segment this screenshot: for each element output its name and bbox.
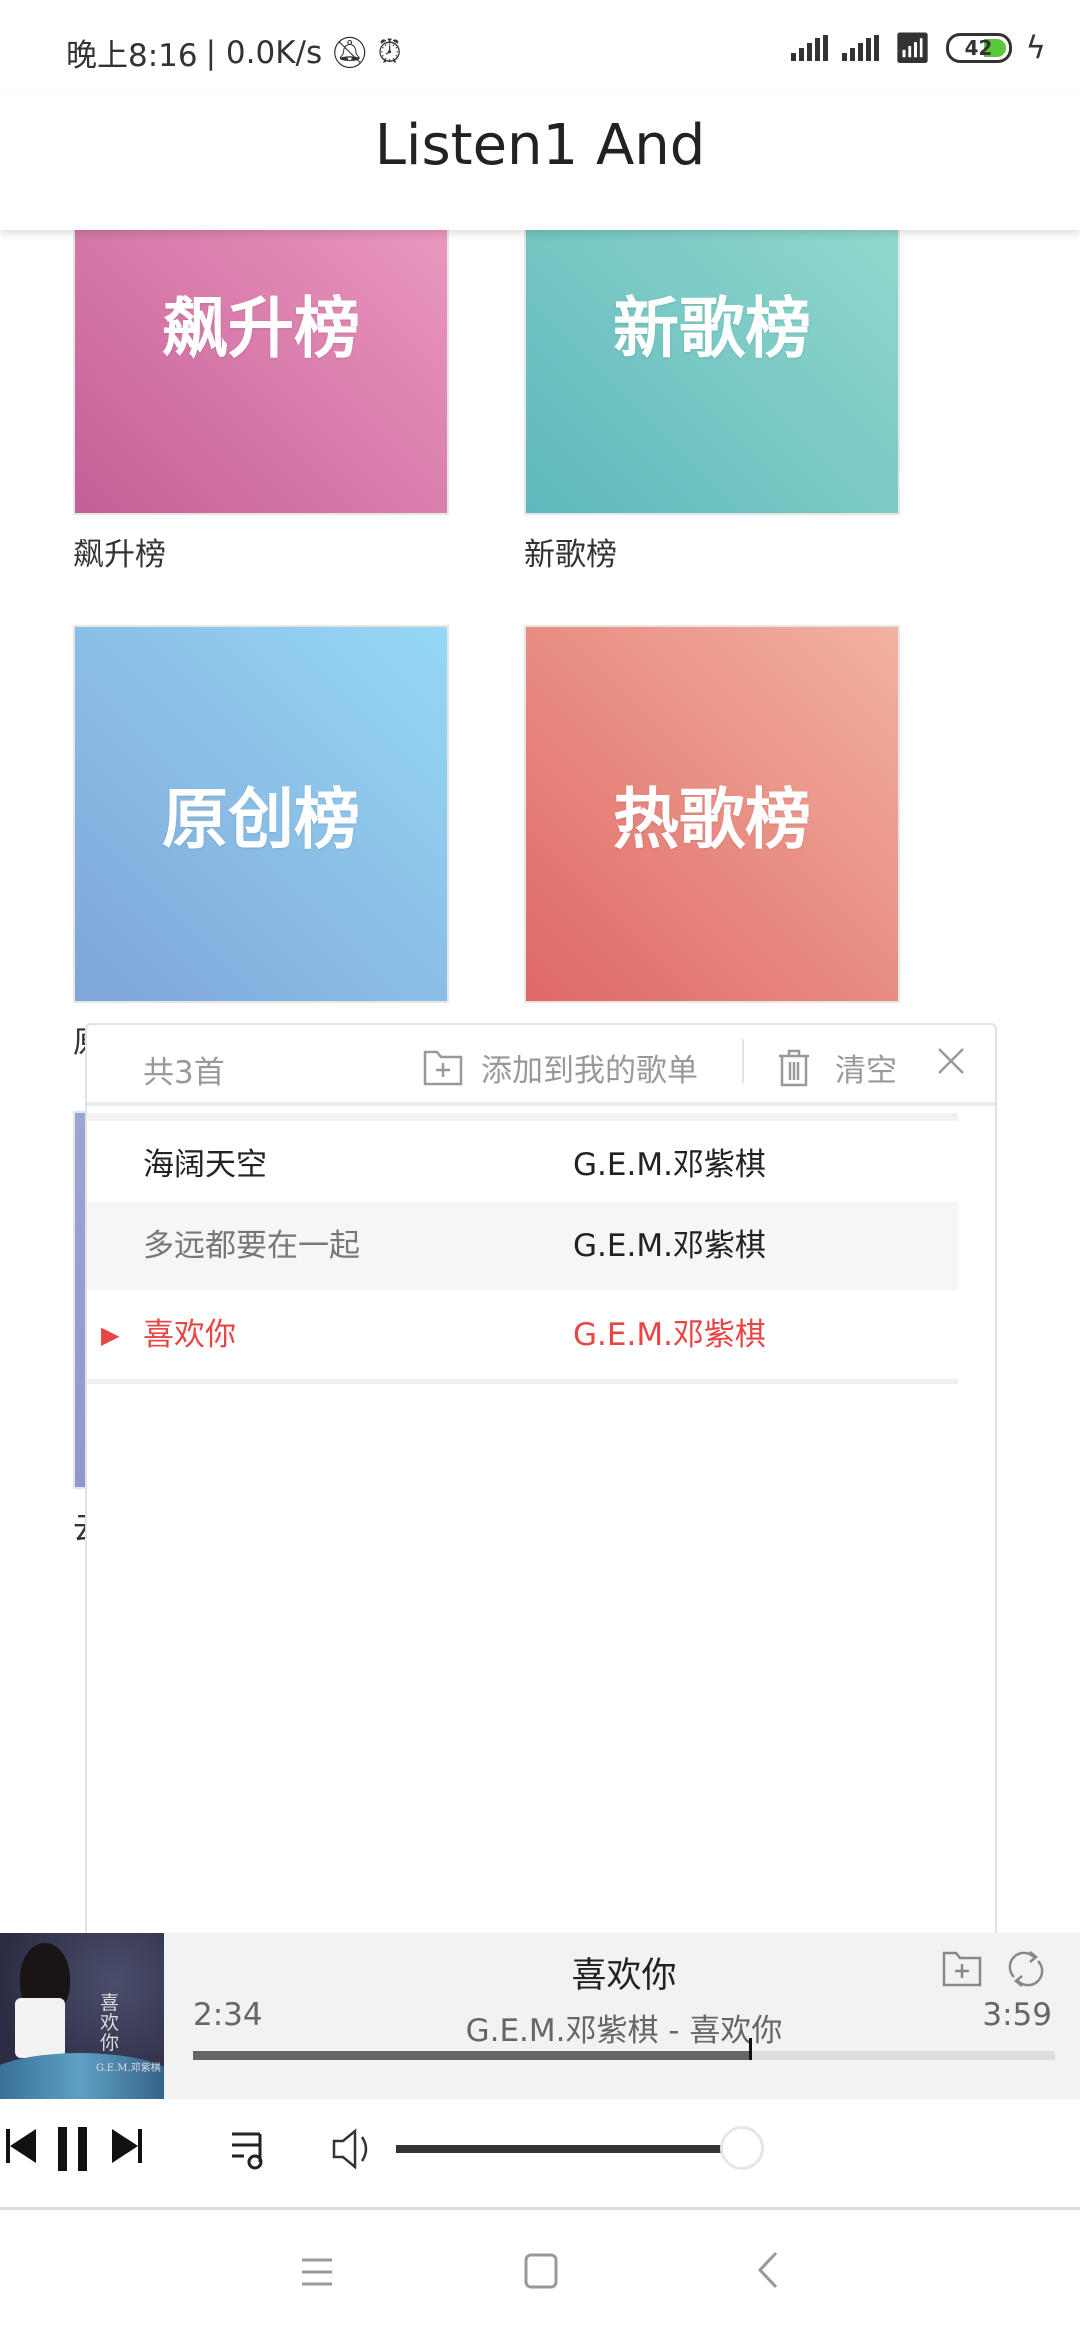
chart-cover-text: 新歌榜 (613, 289, 811, 367)
album-art[interactable]: 喜欢你 G.E.M.邓紫棋 (0, 1933, 164, 2099)
song-row[interactable]: 多远都要在一起 G.E.M.邓紫棋 (87, 1202, 958, 1290)
playlist-icon[interactable] (230, 2131, 274, 2171)
clear-button[interactable]: 清空 (777, 1045, 897, 1090)
home-icon[interactable] (524, 2253, 558, 2289)
page-title: Listen1 And (374, 113, 706, 178)
clear-label: 清空 (835, 1053, 897, 1089)
alarm-icon: ⏰︎ (377, 34, 402, 70)
song-row[interactable]: 海阔天空 G.E.M.邓紫棋 (87, 1121, 958, 1209)
charging-icon: ϟ (1025, 30, 1046, 66)
divider (742, 1039, 744, 1083)
album-art-title: 喜欢你 (100, 1992, 120, 2054)
pause-icon[interactable] (58, 2127, 88, 2171)
chart-label[interactable]: 飙升榜 (73, 529, 166, 574)
album-art-artist: G.E.M.邓紫棋 (96, 2063, 161, 2074)
song-title: 海阔天空 (143, 1147, 267, 1183)
volume-thumb[interactable] (719, 2126, 764, 2170)
now-playing-artist: G.E.M.邓紫棋 - 喜欢你 (465, 2013, 783, 2049)
system-nav-bar (0, 2213, 1080, 2340)
divider (87, 1379, 958, 1384)
trash-icon (779, 1049, 809, 1086)
mute-bell-icon: 🔕︎ (330, 35, 370, 71)
close-icon[interactable] (937, 1047, 965, 1075)
song-row[interactable]: ▶ 喜欢你 G.E.M.邓紫棋 (87, 1291, 958, 1379)
song-artist: G.E.M.邓紫棋 (573, 1317, 766, 1353)
elapsed-time: 2:34 (193, 1997, 263, 2033)
chart-card[interactable]: 热歌榜 (524, 625, 900, 1003)
repeat-icon[interactable] (1006, 1949, 1046, 1989)
chart-cover-text: 飙升榜 (162, 289, 360, 367)
progress-thumb[interactable] (748, 2038, 752, 2060)
song-artist: G.E.M.邓紫棋 (573, 1228, 766, 1264)
volume-icon[interactable] (332, 2127, 376, 2171)
playing-icon: ▶ (101, 1321, 120, 1349)
app-header: Listen1 And (0, 96, 1080, 230)
add-to-playlist-icon[interactable] (942, 1951, 982, 1987)
playlist-popup: 共3首 添加到我的歌单 清空 海阔天空 G.E.M.邓紫棋 多远都要在一起 G.E.M… (85, 1023, 997, 1933)
status-bar: 晚上8:16 | 0.0K/s 🔕︎ ⏰︎ 📶︎ 42 ϟ (0, 0, 1080, 96)
status-time: 晚上8:16 (66, 38, 198, 74)
add-to-playlist-label: 添加到我的歌单 (481, 1053, 698, 1089)
volume-slider[interactable] (396, 2126, 764, 2170)
previous-icon[interactable] (6, 2129, 36, 2163)
battery-icon: 42 (945, 33, 1012, 63)
chart-card[interactable]: 原创榜 (73, 625, 449, 1003)
add-to-playlist-button[interactable]: 添加到我的歌单 (423, 1045, 698, 1090)
divider (87, 1113, 958, 1121)
battery-level: 42 (964, 36, 993, 60)
next-icon[interactable] (112, 2129, 142, 2163)
player-controls (0, 2099, 1080, 2210)
back-icon[interactable] (756, 2251, 780, 2289)
menu-icon[interactable] (300, 2257, 334, 2287)
signal-icon (791, 35, 829, 61)
chart-cover-text: 热歌榜 (613, 781, 811, 858)
duration: 3:59 (982, 1997, 1052, 2033)
progress-slider[interactable] (193, 2038, 1055, 2060)
song-artist: G.E.M.邓紫棋 (573, 1147, 766, 1183)
wifi-icon: 📶︎ (893, 30, 932, 66)
hd-signal-icon (842, 35, 880, 61)
popup-header: 共3首 添加到我的歌单 清空 (87, 1025, 995, 1106)
chart-label[interactable]: 新歌榜 (524, 529, 617, 574)
song-title: 多远都要在一起 (143, 1228, 360, 1264)
song-title: 喜欢你 (143, 1317, 236, 1353)
song-count: 共3首 (143, 1055, 225, 1091)
progress-fill (193, 2051, 749, 2060)
player-bar: 喜欢你 G.E.M.邓紫棋 喜欢你 G.E.M.邓紫棋 - 喜欢你 2:34 3… (0, 1933, 1080, 2099)
network-speed: | 0.0K/s (205, 34, 323, 71)
folder-add-icon (423, 1050, 463, 1085)
chart-cover-text: 原创榜 (162, 781, 360, 858)
volume-fill (396, 2145, 722, 2153)
